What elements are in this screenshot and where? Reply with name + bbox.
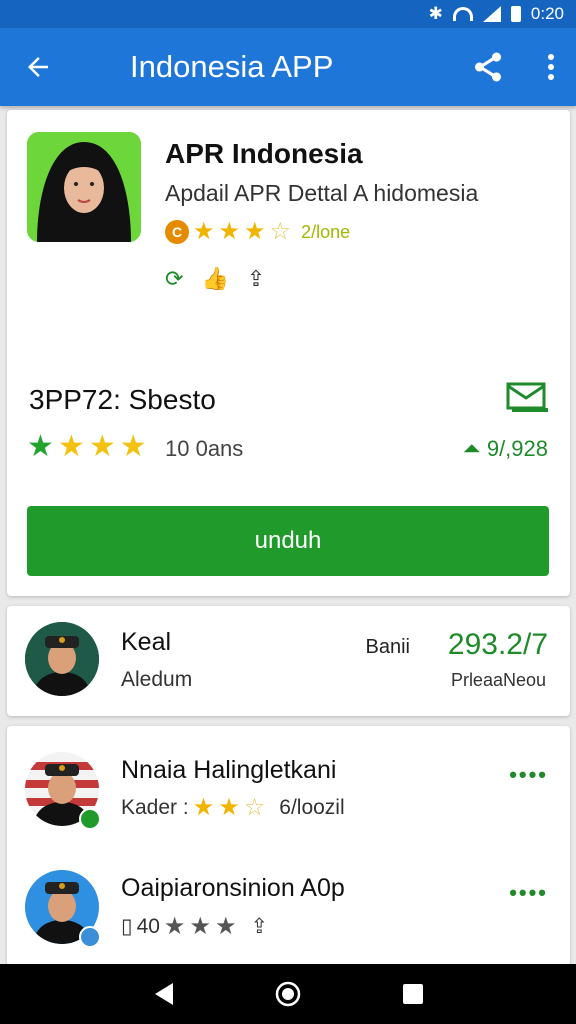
nav-recents-button[interactable]	[388, 969, 438, 1019]
list-item-rating: Kader : ★ ★ ☆ 6/loozil	[121, 796, 345, 820]
nav-back-icon	[154, 983, 173, 1005]
more-options-button[interactable]: ••••	[509, 762, 548, 788]
mail-box-icon[interactable]	[506, 382, 548, 419]
list-item-rating: ▯ 40 ★ ★ ★ ⇪	[121, 914, 268, 939]
more-options-button[interactable]: ••••	[509, 880, 548, 906]
download-count: 10 0ans	[165, 436, 244, 461]
star-icon: ★	[88, 430, 116, 463]
status-bar: ✱ 0:20	[0, 0, 576, 28]
list-item-count: 6/loozil	[279, 796, 345, 819]
bluetooth-icon: ✱	[428, 4, 443, 23]
star-outline-icon: ☆	[269, 218, 292, 245]
app-rating: C ★ ★ ★ ☆ 2/lone	[165, 220, 350, 244]
app-name: APR Indonesia	[165, 138, 363, 169]
thumb-icon[interactable]: 👍	[201, 266, 228, 292]
nav-recents-icon	[403, 984, 424, 1004]
nav-home-button[interactable]	[263, 969, 313, 1019]
star-icon: ★	[189, 912, 211, 940]
star-icon: ★	[192, 794, 215, 821]
meta-icons: ⟳ 👍 ⇪	[165, 266, 265, 292]
more-options-button[interactable]	[526, 28, 576, 106]
list-item-title: Nnaia Halingletkani	[121, 756, 337, 784]
verified-icon	[79, 926, 101, 948]
seller-name: Keal	[121, 628, 172, 656]
battery-icon	[510, 6, 521, 22]
section-title: 3PP72: Sbesto	[29, 384, 216, 415]
list-item[interactable]: Oaipiaronsinion A0p ▯ 40 ★ ★ ★ ⇪ ••••	[7, 850, 570, 960]
price-subtitle: PrleaaNeou	[450, 670, 546, 690]
share-box-icon[interactable]: ⇪	[247, 266, 265, 292]
app-bar: Indonesia APP	[0, 28, 576, 106]
app-developer: Apdail APR Dettal A hidomesia	[165, 180, 479, 206]
star-outline-icon: ☆	[243, 794, 266, 821]
rating-stars: ★ ★ ★ ★	[27, 432, 147, 462]
app-size-value: 9/,928	[486, 436, 548, 461]
app-detail-card: APR Indonesia Apdail APR Dettal A hidome…	[7, 110, 570, 596]
nav-back-button[interactable]	[138, 969, 188, 1019]
star-icon: ★	[193, 218, 215, 245]
app-icon	[27, 132, 141, 242]
rating-count: 2/lone	[301, 221, 351, 242]
star-icon: ★	[214, 912, 237, 940]
page-title: Indonesia APP	[130, 49, 334, 84]
price-value: 293.2/7	[447, 628, 548, 661]
star-icon: ★	[57, 430, 85, 463]
share-button[interactable]	[458, 28, 518, 106]
phone-icon: ▯	[121, 915, 133, 938]
share-icon	[474, 52, 502, 82]
app-list: Nnaia Halingletkani Kader : ★ ★ ☆ 6/looz…	[7, 726, 570, 966]
status-time: 0:20	[530, 4, 564, 23]
back-button[interactable]	[0, 28, 76, 106]
seller-subtitle: Aledum	[121, 668, 193, 691]
wifi-icon	[452, 7, 473, 21]
star-icon: ★	[244, 218, 266, 245]
verified-icon	[79, 808, 101, 830]
app-size: ⏶ 9/,928	[463, 436, 548, 462]
refresh-icon[interactable]: ⟳	[165, 266, 183, 292]
install-button[interactable]: unduh	[27, 506, 549, 576]
star-icon: ★	[27, 430, 54, 463]
star-icon: ★	[119, 430, 147, 463]
star-icon: ★	[218, 218, 241, 245]
star-icon: ★	[218, 794, 240, 821]
rating-badge: C	[165, 220, 189, 244]
avatar	[25, 622, 99, 696]
arrow-left-icon	[28, 57, 48, 77]
share-box-icon: ⇪	[250, 915, 269, 938]
list-item-title: Oaipiaronsinion A0p	[121, 874, 345, 902]
signal-icon	[482, 6, 501, 22]
star-icon: ★	[163, 912, 186, 940]
chart-icon: ⏶	[463, 436, 481, 461]
list-item-label: 40	[136, 914, 160, 938]
system-nav-bar	[0, 964, 576, 1024]
nav-home-icon	[275, 981, 301, 1007]
price-label: Banii	[365, 636, 410, 658]
seller-card[interactable]: Keal Aledum Banii 293.2/7 PrleaaNeou	[7, 606, 570, 716]
list-item-label: Kader :	[121, 796, 189, 819]
list-item[interactable]: Nnaia Halingletkani Kader : ★ ★ ☆ 6/looz…	[7, 732, 570, 842]
more-vertical-icon	[548, 54, 554, 80]
